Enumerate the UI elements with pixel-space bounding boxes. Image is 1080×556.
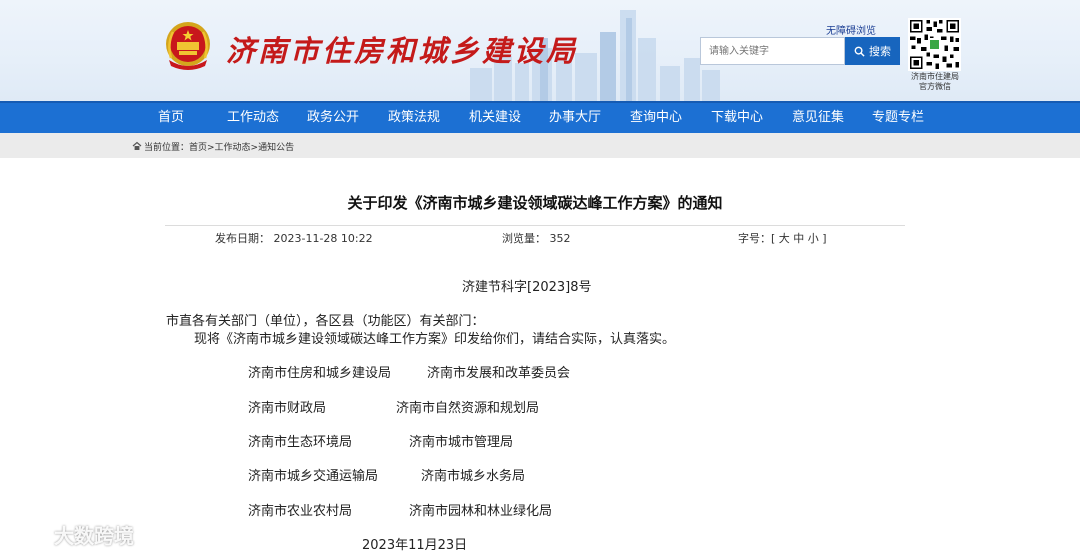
nav-item-download-center[interactable]: 下载中心 [711, 103, 763, 133]
meta-divider [165, 225, 905, 226]
watermark-text: 大数跨境 [54, 524, 134, 548]
font-size-medium[interactable]: 中 [793, 232, 804, 245]
search-icon [854, 46, 865, 57]
signer: 济南市住房和城乡建设局 [248, 366, 392, 381]
watermark-logo-icon [12, 527, 50, 543]
site-header: 济南市住房和城乡建设局 无障碍浏览 搜索 济南市住建局 官方微信 [0, 0, 1080, 101]
signer: 济南市园林和林业绿化局 [409, 504, 553, 519]
article-title: 关于印发《济南市城乡建设领域碳达峰工作方案》的通知 [347, 194, 723, 212]
signer: 济南市财政局 [248, 401, 327, 416]
signer: 济南市发展和改革委员会 [427, 366, 571, 381]
nav-item-service-hall[interactable]: 办事大厅 [549, 103, 601, 133]
view-count: 浏览量： 352 [502, 230, 571, 246]
qr-caption-line-2: 官方微信 [919, 82, 951, 91]
breadcrumb[interactable]: 当前位置：首页>工作动态>通知公告 [144, 140, 294, 153]
nav-item-query-center[interactable]: 查询中心 [630, 103, 682, 133]
document-number: 济建节科字[2023]8号 [462, 280, 592, 295]
qr-caption-line-1: 济南市住建局 [911, 72, 959, 81]
font-size-bracket-close: ] [822, 232, 827, 245]
publish-date-label: 发布日期： [215, 232, 270, 245]
search-button[interactable]: 搜索 [845, 37, 900, 65]
signer: 济南市农业农村局 [248, 504, 353, 519]
signer: 济南市自然资源和规划局 [396, 401, 540, 416]
font-size-large[interactable]: 大 [779, 232, 790, 245]
national-emblem-icon [166, 22, 210, 70]
nav-item-home[interactable]: 首页 [158, 103, 184, 133]
search-input[interactable] [700, 37, 845, 65]
site-title[interactable]: 济南市住房和城乡建设局 [226, 28, 578, 70]
view-count-value: 352 [549, 232, 571, 245]
recipients: 市直各有关部门（单位），各区县（功能区）有关部门： [166, 314, 485, 329]
nav-item-organization[interactable]: 机关建设 [469, 103, 521, 133]
signer: 济南市城乡交通运输局 [248, 469, 379, 484]
home-icon [132, 141, 142, 150]
font-size-switcher: 字号：[ 大 中 小 ] [738, 230, 827, 246]
signer: 济南市城乡水务局 [421, 469, 526, 484]
qr-code-icon[interactable] [908, 18, 961, 71]
signer: 济南市生态环境局 [248, 435, 353, 450]
nav-item-work-news[interactable]: 工作动态 [227, 103, 279, 133]
font-size-bracket-open: [ [771, 232, 776, 245]
accessibility-link[interactable]: 无障碍浏览 [826, 22, 876, 37]
font-size-small[interactable]: 小 [808, 232, 819, 245]
nav-item-feedback[interactable]: 意见征集 [792, 103, 844, 133]
signer: 济南市城市管理局 [409, 435, 514, 450]
body-paragraph: 现将《济南市城乡建设领域碳达峰工作方案》印发给你们，请结合实际，认真落实。 [194, 332, 676, 347]
nav-item-gov-affairs[interactable]: 政务公开 [307, 103, 359, 133]
signing-date: 2023年11月23日 [362, 538, 468, 553]
nav-item-policies[interactable]: 政策法规 [388, 103, 440, 133]
font-size-label: 字号： [738, 232, 771, 245]
publish-date: 发布日期： 2023-11-28 10:22 [215, 230, 373, 246]
watermark: 大数跨境 [10, 520, 134, 549]
qr-caption: 济南市住建局 官方微信 [900, 72, 970, 92]
nav-item-special-topics[interactable]: 专题专栏 [872, 103, 924, 133]
publish-date-value: 2023-11-28 10:22 [273, 232, 373, 245]
main-nav: 首页 工作动态 政务公开 政策法规 机关建设 办事大厅 查询中心 下载中心 意见… [0, 101, 1080, 133]
search-button-label: 搜索 [869, 45, 891, 58]
view-count-label: 浏览量： [502, 232, 546, 245]
